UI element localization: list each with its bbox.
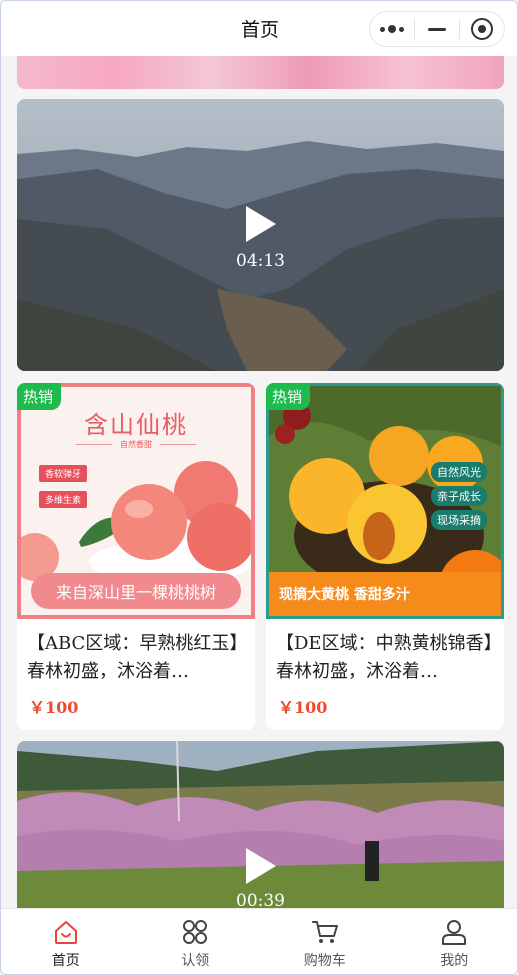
grid-icon: [183, 920, 208, 944]
tab-bar: 首页 认领 购物车 我的: [1, 908, 518, 974]
image-slogan: 来自深山里一棵桃桃树: [31, 573, 241, 609]
tab-mine[interactable]: 我的: [390, 909, 518, 974]
tab-label: 认领: [181, 953, 210, 969]
dots-icon: [380, 25, 404, 33]
peach-illustration: [21, 461, 251, 584]
play-icon[interactable]: [245, 206, 276, 242]
image-tag: 自然风光: [431, 462, 487, 482]
product-price: ￥100: [278, 698, 328, 717]
nav-header: 首页: [1, 1, 517, 56]
play-icon[interactable]: [245, 848, 276, 884]
app-frame: 首页 04:13 含山仙桃 自然香甜 香软弹牙 多维生素 来自深山里一棵桃桃树 …: [0, 0, 518, 975]
tab-claim[interactable]: 认领: [131, 909, 261, 974]
product-card[interactable]: 自然风光 亲子成长 现场采摘 现摘大黄桃 香甜多汁 热销 【DE区域：中熟黄桃锦…: [266, 383, 504, 730]
product-image[interactable]: 自然风光 亲子成长 现场采摘 现摘大黄桃 香甜多汁 热销: [266, 383, 504, 619]
peach-blossom-banner[interactable]: [17, 56, 504, 89]
minimize-button[interactable]: [415, 12, 459, 46]
product-title[interactable]: 【ABC区域：早熟桃红玉】春林初盛，沐浴着…: [27, 630, 245, 686]
image-title: 含山仙桃: [84, 411, 188, 439]
image-slogan: 现摘大黄桃 香甜多汁: [269, 572, 501, 616]
close-button[interactable]: [460, 12, 504, 46]
target-icon: [471, 18, 493, 40]
product-card[interactable]: 含山仙桃 自然香甜 香软弹牙 多维生素 来自深山里一棵桃桃树 热销 【ABC区域…: [17, 383, 255, 730]
video-card[interactable]: 04:13: [17, 99, 504, 371]
tab-label: 我的: [440, 953, 469, 969]
tab-label: 首页: [51, 953, 80, 969]
user-icon: [442, 920, 467, 945]
product-title[interactable]: 【DE区域：中熟黄桃锦香】春林初盛，沐浴着…: [276, 630, 494, 686]
video-card[interactable]: 00:39: [17, 741, 504, 908]
image-tag: 亲子成长: [431, 486, 487, 506]
hot-badge: 热销: [266, 383, 311, 410]
product-price: ￥100: [29, 698, 79, 717]
feed[interactable]: 04:13 含山仙桃 自然香甜 香软弹牙 多维生素 来自深山里一棵桃桃树 热销 …: [1, 56, 517, 908]
video-duration: 04:13: [236, 251, 285, 271]
image-tag: 现场采摘: [431, 510, 487, 530]
minus-icon: [428, 27, 446, 31]
video-duration: 00:39: [236, 891, 285, 908]
mini-program-capsule: [369, 11, 505, 47]
hot-badge: 热销: [17, 383, 62, 410]
cart-icon: [311, 921, 338, 943]
tab-home[interactable]: 首页: [1, 909, 131, 974]
tab-label: 购物车: [303, 953, 346, 969]
more-button[interactable]: [370, 12, 414, 46]
tab-cart[interactable]: 购物车: [260, 909, 390, 974]
product-image[interactable]: 含山仙桃 自然香甜 香软弹牙 多维生素 来自深山里一棵桃桃树 热销: [17, 383, 255, 619]
home-icon: [54, 921, 77, 944]
page-title: 首页: [240, 19, 279, 41]
